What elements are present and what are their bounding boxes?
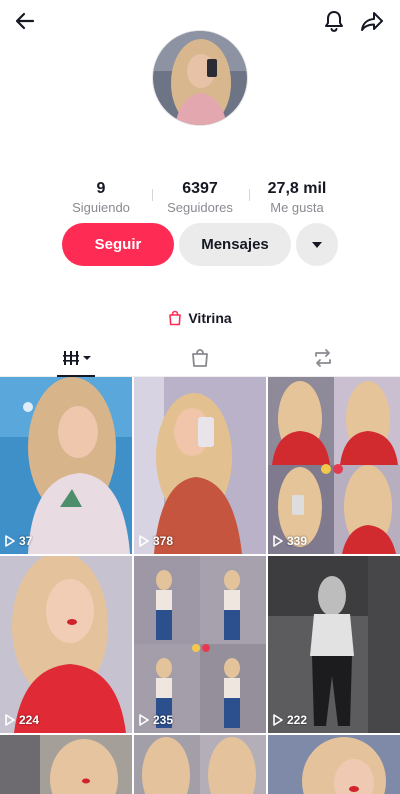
view-count: 339 bbox=[273, 534, 307, 548]
profile-actions: Seguir Mensajes bbox=[0, 223, 400, 267]
video-grid: 37 378 339 224 235 222 bbox=[0, 377, 400, 794]
message-button[interactable]: Mensajes bbox=[179, 223, 291, 266]
video-thumbnail[interactable]: 224 bbox=[0, 556, 132, 733]
video-thumbnail-image bbox=[134, 556, 266, 733]
video-thumbnail[interactable] bbox=[0, 735, 132, 794]
video-thumbnail[interactable]: 378 bbox=[134, 377, 266, 554]
shop-bag-icon bbox=[191, 349, 208, 367]
play-outline-icon bbox=[5, 714, 15, 726]
video-thumbnail[interactable]: 235 bbox=[134, 556, 266, 733]
video-thumbnail[interactable]: 222 bbox=[268, 556, 400, 733]
stat-likes[interactable]: 27,8 mil Me gusta bbox=[247, 179, 347, 216]
video-thumbnail-image bbox=[134, 735, 266, 794]
bell-icon bbox=[325, 11, 343, 32]
video-thumbnail-image bbox=[0, 377, 132, 554]
view-count-text: 339 bbox=[287, 534, 308, 548]
showcase-link[interactable]: Vitrina bbox=[0, 308, 400, 328]
stat-value: 9 bbox=[96, 180, 106, 197]
repost-icon bbox=[314, 349, 331, 367]
stat-value: 27,8 mil bbox=[267, 180, 327, 197]
stat-label: Siguiendo bbox=[72, 200, 130, 215]
video-thumbnail[interactable] bbox=[134, 735, 266, 794]
follow-button[interactable]: Seguir bbox=[62, 223, 174, 266]
view-count: 378 bbox=[139, 534, 173, 548]
shopping-bag-icon bbox=[169, 310, 182, 326]
stat-following[interactable]: 9 Siguiendo bbox=[51, 179, 151, 216]
play-outline-icon bbox=[273, 714, 283, 726]
video-thumbnail[interactable] bbox=[268, 735, 400, 794]
caret-down-icon bbox=[312, 241, 322, 248]
tab-shop[interactable] bbox=[133, 340, 266, 376]
tab-reposts[interactable] bbox=[256, 340, 389, 376]
play-outline-icon bbox=[139, 535, 149, 547]
view-count: 224 bbox=[5, 713, 39, 727]
profile-tabs bbox=[0, 340, 400, 377]
view-count-text: 235 bbox=[153, 713, 174, 727]
stat-value: 6397 bbox=[182, 180, 218, 197]
view-count: 37 bbox=[5, 534, 32, 548]
play-outline-icon bbox=[139, 714, 149, 726]
stat-label: Seguidores bbox=[167, 200, 233, 215]
video-thumbnail-image bbox=[268, 556, 400, 733]
view-count: 222 bbox=[273, 713, 307, 727]
videos-grid-icon bbox=[62, 351, 91, 365]
video-thumbnail-image bbox=[0, 735, 132, 794]
video-thumbnail-image bbox=[0, 556, 132, 733]
view-count: 235 bbox=[139, 713, 173, 727]
view-count-text: 224 bbox=[19, 713, 40, 727]
view-count-text: 378 bbox=[153, 534, 174, 548]
play-outline-icon bbox=[5, 535, 15, 547]
stat-label: Me gusta bbox=[270, 200, 324, 215]
tab-videos[interactable] bbox=[11, 340, 144, 377]
arrow-left-icon bbox=[15, 12, 35, 30]
video-thumbnail-image bbox=[268, 735, 400, 794]
video-thumbnail-image bbox=[268, 377, 400, 554]
profile-avatar[interactable] bbox=[152, 30, 248, 126]
more-options-button[interactable] bbox=[296, 223, 338, 266]
view-count-text: 37 bbox=[19, 534, 33, 548]
share-arrow-icon bbox=[361, 12, 383, 31]
play-outline-icon bbox=[273, 535, 283, 547]
share-button[interactable] bbox=[355, 6, 389, 36]
back-button[interactable] bbox=[8, 6, 42, 36]
notifications-button[interactable] bbox=[317, 6, 351, 36]
avatar-photo bbox=[153, 31, 247, 125]
video-thumbnail[interactable]: 37 bbox=[0, 377, 132, 554]
stat-followers[interactable]: 6397 Seguidores bbox=[150, 179, 250, 216]
profile-stats: 9 Siguiendo 6397 Seguidores 27,8 mil Me … bbox=[0, 179, 400, 219]
view-count-text: 222 bbox=[287, 713, 308, 727]
video-thumbnail[interactable]: 339 bbox=[268, 377, 400, 554]
showcase-label: Vitrina bbox=[188, 310, 232, 326]
video-thumbnail-image bbox=[134, 377, 266, 554]
